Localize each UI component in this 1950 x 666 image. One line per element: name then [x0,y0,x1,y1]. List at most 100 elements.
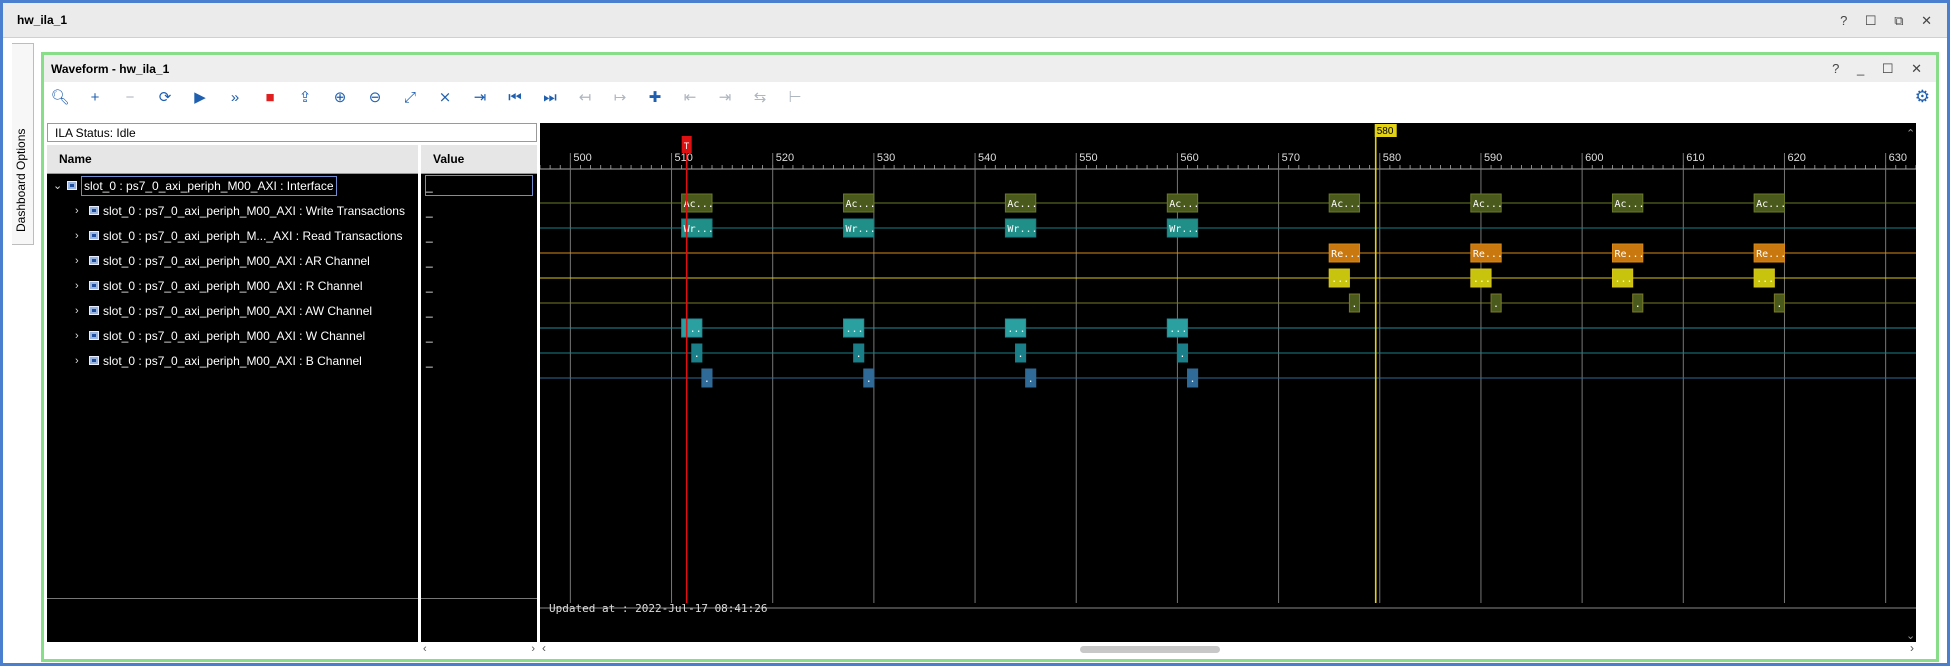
snap-icon[interactable]: ⊢ [784,87,806,109]
signal-value: _ [426,279,433,293]
name-column-header[interactable]: Name [47,145,418,174]
app-window: hw_ila_1 ? ☐ ⧉ ✕ Dashboard Options Wavef… [0,0,1950,666]
ila-status: ILA Status: Idle [47,123,537,142]
prev-transition-icon[interactable]: ↤ [574,87,596,109]
updated-timestamp: Updated at : 2022-Jul-17 08:41:26 [549,602,768,615]
signal-value: _ [426,354,433,368]
chevron-down-icon[interactable]: ⌄ [53,176,62,196]
waveform-panel: Waveform - hw_ila_1 ? _ ☐ ✕ 🔍︎ + − ⟳ ▶ » ■ ⇪ ⊕ ⊖ ⤢… [41,52,1939,662]
window-title-bar: hw_ila_1 ? ☐ ⧉ ✕ [3,3,1947,38]
tick-label: 530 [877,152,895,164]
remove-icon[interactable]: − [119,87,141,109]
bus-icon [89,256,99,265]
refresh-icon[interactable]: ⟳ [154,87,176,109]
signal-label: slot_0 : ps7_0_axi_periph_M00_AXI : R Ch… [103,279,363,293]
chevron-right-icon[interactable]: › [75,326,79,346]
next-marker-icon[interactable]: ⇥ [714,87,736,109]
transaction-label: ... [1473,274,1491,285]
signal-row[interactable]: › slot_0 : ps7_0_axi_periph_M00_AXI : AW … [47,301,418,321]
tick-label: 580 [1383,152,1401,164]
panel-title-bar: Waveform - hw_ila_1 ? _ ☐ ✕ [44,55,1936,82]
tick-label: 600 [1585,152,1603,164]
zoom-out-icon[interactable]: ⊖ [364,87,386,109]
window-title: hw_ila_1 [17,13,68,27]
bus-icon [89,206,99,215]
signal-name-panel: Name ⌄ slot_0 : ps7_0_axi_periph_M00_AXI … [47,145,418,642]
dashboard-options-tab[interactable]: Dashboard Options [12,43,34,245]
signal-row[interactable]: › slot_0 : ps7_0_axi_periph_M00_AXI : W C… [47,326,418,346]
signal-row[interactable]: › slot_0 : ps7_0_axi_periph_M00_AXI : AR … [47,251,418,271]
swap-icon[interactable]: ⨯ [434,87,456,109]
signal-label: slot_0 : ps7_0_axi_periph_M00_AXI : Inte… [81,176,337,196]
scroll-up-icon: ⌃ [1906,128,1915,140]
waveform-svg[interactable]: 500 510 520 530 540 550 560 570 580 590 600 610 620 6… [540,123,1916,642]
hscroll-thumb[interactable] [1080,646,1220,653]
export-icon[interactable]: ⇪ [294,87,316,109]
next-transition-icon[interactable]: ↦ [609,87,631,109]
scroll-right-icon[interactable]: › [1910,641,1914,655]
bus-icon [89,306,99,315]
chevron-right-icon[interactable]: › [75,251,79,271]
panel-controls[interactable]: ? _ ☐ ✕ [1832,61,1929,77]
window-controls[interactable]: ? ☐ ⧉ ✕ [1840,13,1939,29]
bus-icon [89,356,99,365]
transaction-label: Ac... [1169,199,1199,210]
signal-row[interactable]: › slot_0 : ps7_0_axi_periph_M00_AXI : R C… [47,276,418,296]
go-to-end-icon[interactable]: ⏭ [539,87,561,109]
value-column-header[interactable]: Value [421,145,537,174]
prev-marker-icon[interactable]: ⇤ [679,87,701,109]
transaction-label: Wr... [1007,224,1037,235]
scroll-left-icon[interactable]: ‹ [542,641,546,655]
signal-value: _ [426,229,433,243]
transaction-label: Wr... [1169,224,1199,235]
settings-icon[interactable]: ⚙ [1915,87,1930,107]
zoom-in-icon[interactable]: ⊕ [329,87,351,109]
waveform-hscrollbar[interactable]: ‹ › [540,641,1916,656]
signal-label: slot_0 : ps7_0_axi_periph_M00_AXI : W Ch… [103,329,366,343]
chevron-right-icon[interactable]: › [75,351,79,371]
tick-label: 500 [573,152,591,164]
transaction-label: Ac... [1331,199,1361,210]
tick-label: 560 [1180,152,1198,164]
tick-label: 620 [1787,152,1805,164]
transaction-label: . [1018,349,1024,360]
signal-label: slot_0 : ps7_0_axi_periph_M00_AXI : AR C… [103,254,370,268]
transaction-label: ... [1331,274,1349,285]
signal-row[interactable]: › slot_0 : ps7_0_axi_periph_M..._AXI : Re… [47,226,418,246]
transaction-label: Ac... [1614,199,1644,210]
trigger-label: T [684,141,690,151]
panel-title: Waveform - hw_ila_1 [51,62,170,76]
zoom-fit-icon[interactable]: ⤢ [399,87,421,109]
signal-label: slot_0 : ps7_0_axi_periph_M00_AXI : B Ch… [103,354,362,368]
chevron-right-icon[interactable]: › [75,226,79,246]
transaction-label: Ac... [1007,199,1037,210]
tick-label: 570 [1282,152,1300,164]
transaction-label: ... [846,324,864,335]
go-to-start-icon[interactable]: ⏮ [504,87,526,109]
signal-value: _ [426,304,433,318]
add-marker-icon[interactable]: ✚ [644,87,666,109]
signal-row-interface[interactable]: ⌄ slot_0 : ps7_0_axi_periph_M00_AXI : Int… [47,176,418,196]
chevron-right-icon[interactable]: › [75,301,79,321]
run-trigger-icon[interactable]: ▶ [189,87,211,109]
value-scrollbar[interactable]: ‹ › [421,643,537,658]
go-to-cursor-icon[interactable]: ⇥ [469,87,491,109]
tick-label: 610 [1686,152,1704,164]
scroll-left-icon[interactable]: ‹ [423,643,427,655]
run-immediate-icon[interactable]: » [224,87,246,109]
search-icon[interactable]: 🔍︎ [49,87,71,109]
add-icon[interactable]: + [84,87,106,109]
transaction-label: Re... [1756,249,1786,260]
waveform-canvas[interactable]: 500 510 520 530 540 550 560 570 580 590 600 610 620 6… [540,123,1916,642]
signal-row[interactable]: › slot_0 : ps7_0_axi_periph_M00_AXI : Wri… [47,201,418,221]
scroll-right-icon[interactable]: › [531,643,535,655]
signal-label: slot_0 : ps7_0_axi_periph_M00_AXI : AW C… [103,304,373,318]
stop-icon[interactable]: ■ [259,87,281,109]
tick-label: 510 [675,152,693,164]
chevron-right-icon[interactable]: › [75,201,79,221]
chevron-right-icon[interactable]: › [75,276,79,296]
tick-label: 550 [1079,152,1097,164]
signal-row[interactable]: › slot_0 : ps7_0_axi_periph_M00_AXI : B C… [47,351,418,371]
swap-cursors-icon[interactable]: ⇆ [749,87,771,109]
tick-label: 630 [1889,152,1907,164]
